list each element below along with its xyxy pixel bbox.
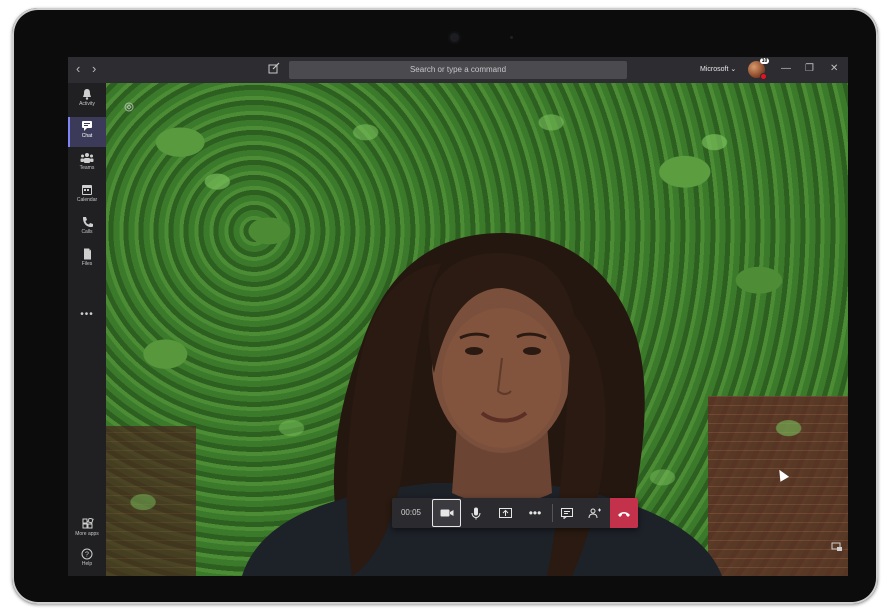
rail-item-help[interactable]: ? Help <box>68 545 106 575</box>
front-camera <box>450 33 459 42</box>
forward-arrow-icon[interactable]: › <box>92 61 96 77</box>
rail-item-activity[interactable]: Activity <box>68 85 106 115</box>
search-input[interactable]: Search or type a command <box>289 61 627 79</box>
light-sensor <box>510 36 513 39</box>
hang-up-button[interactable] <box>610 498 638 528</box>
more-options-icon[interactable]: ••• <box>522 498 548 528</box>
notification-badge: 10 <box>760 58 769 64</box>
org-switcher[interactable]: Microsoft ⌄ <box>700 64 736 76</box>
bell-icon <box>80 88 94 100</box>
control-divider <box>552 504 553 522</box>
rail-label: Teams <box>79 165 95 171</box>
title-bar: ‹ › Search or type a command Microsoft ⌄… <box>68 57 848 83</box>
file-icon <box>80 248 94 260</box>
app-bar: Activity Chat Teams Calendar Calls Files <box>68 83 106 576</box>
close-icon[interactable]: ✕ <box>830 63 838 75</box>
rail-label: Help <box>81 561 93 567</box>
rail-item-calendar[interactable]: Calendar <box>68 181 106 211</box>
rail-item-files[interactable]: Files <box>68 245 106 275</box>
video-feed: 00:05 ••• <box>106 83 848 576</box>
help-icon: ? <box>80 548 94 560</box>
back-arrow-icon[interactable]: ‹ <box>76 61 80 77</box>
share-screen-button[interactable] <box>493 498 517 528</box>
phone-icon <box>80 216 94 228</box>
rail-item-more-apps[interactable]: More apps <box>68 515 106 545</box>
rail-item-calls[interactable]: Calls <box>68 213 106 243</box>
pop-out-video-icon[interactable] <box>831 542 843 552</box>
rail-label: Activity <box>79 101 95 107</box>
maximize-icon[interactable]: ❐ <box>805 63 814 75</box>
compose-icon[interactable] <box>268 62 282 76</box>
presence-status-icon <box>760 73 767 80</box>
show-participants-button[interactable] <box>583 498 607 528</box>
rail-label: Files <box>81 261 93 267</box>
chevron-down-icon: ⌄ <box>730 66 737 73</box>
chat-icon <box>561 507 573 519</box>
show-conversation-button[interactable] <box>555 498 579 528</box>
tablet-frame: ‹ › Search or type a command Microsoft ⌄… <box>12 8 878 604</box>
rail-item-teams[interactable]: Teams <box>68 149 106 179</box>
share-screen-icon <box>498 507 512 518</box>
microphone-button[interactable] <box>464 498 488 528</box>
call-controls-bar: 00:05 ••• <box>392 498 638 528</box>
hang-up-icon <box>618 511 630 517</box>
calendar-icon <box>80 184 94 196</box>
svg-text:?: ? <box>85 552 89 559</box>
rail-label: Chat <box>81 133 93 139</box>
video-camera-icon <box>440 509 453 517</box>
chat-icon <box>80 120 94 132</box>
teams-icon <box>80 152 94 164</box>
rail-label: Calendar <box>76 197 98 203</box>
call-timer: 00:05 <box>400 508 422 517</box>
microphone-icon <box>471 507 481 520</box>
more-apps-dots-icon[interactable]: ••• <box>68 309 106 320</box>
minimize-icon[interactable]: — <box>781 63 791 75</box>
background-effects-icon[interactable] <box>124 102 134 112</box>
rail-label: Calls <box>81 229 93 235</box>
rail-item-chat[interactable]: Chat <box>68 117 106 147</box>
teams-window: ‹ › Search or type a command Microsoft ⌄… <box>68 57 848 576</box>
apps-icon <box>80 518 94 530</box>
rail-label: More apps <box>75 531 99 537</box>
participants-icon <box>588 508 601 518</box>
video-camera-button[interactable] <box>432 499 461 527</box>
org-label: Microsoft <box>700 66 729 73</box>
